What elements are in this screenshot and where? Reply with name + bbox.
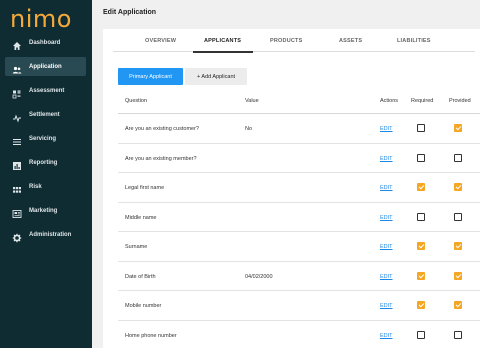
assessment-icon — [12, 86, 22, 98]
table-row: Mobile number EDIT — [118, 291, 480, 321]
question-text: Are you an existing customer? — [125, 126, 199, 132]
question-text: Mobile number — [125, 303, 162, 309]
tab-overview[interactable]: OVERVIEW — [145, 38, 176, 44]
tab-assets[interactable]: ASSETS — [339, 38, 362, 44]
question-text: Middle name — [125, 214, 157, 221]
add-applicant-button[interactable]: + Add Applicant — [185, 68, 247, 85]
sidebar-item-label: Risk — [29, 183, 42, 190]
sidebar-item-label: Settlement — [29, 111, 60, 118]
column-header-actions: Actions — [380, 98, 399, 104]
edit-link[interactable]: EDIT — [380, 333, 393, 339]
required-checkbox[interactable] — [417, 183, 425, 191]
provided-checkbox[interactable] — [454, 330, 462, 339]
people-icon — [12, 62, 22, 73]
value-text: No — [245, 126, 253, 132]
nimo-logo[interactable]: nimo — [10, 5, 72, 33]
column-header-provided: Provided — [449, 98, 471, 104]
sidebar-item-marketing[interactable]: Marketing — [5, 201, 86, 220]
tab-liabilities[interactable]: LIABILITIES — [397, 38, 431, 44]
required-checkbox[interactable] — [417, 124, 425, 132]
provided-checkbox[interactable] — [454, 183, 462, 191]
edit-link[interactable]: EDIT — [380, 185, 393, 191]
sidebar-item-assessment[interactable]: Assessment — [5, 81, 86, 100]
required-checkbox[interactable] — [417, 301, 425, 309]
tab-bar: OVERVIEW APPLICANTS PRODUCTS ASSETS LIAB… — [113, 32, 475, 53]
provided-checkbox[interactable] — [454, 124, 462, 132]
question-text: Home phone number — [125, 332, 177, 339]
sidebar-item-label: Reporting — [29, 159, 58, 166]
table-row: Surname EDIT — [118, 232, 480, 262]
sidebar-item-label: Administration — [29, 231, 72, 238]
value-text: 04/02/2000 — [245, 273, 273, 280]
table-header: Question Value Actions Required Provided — [118, 88, 480, 114]
sidebar-item-dashboard[interactable]: Dashboard — [5, 33, 86, 52]
questions-table: Question Value Actions Required Provided… — [118, 88, 480, 348]
question-text: Date of Birth — [125, 273, 156, 280]
provided-checkbox[interactable] — [454, 153, 462, 162]
sidebar-item-label: Assessment — [29, 87, 65, 94]
page-title: Edit Application — [103, 9, 157, 16]
tab-products[interactable]: PRODUCTS — [270, 38, 302, 44]
table-row: Middle name EDIT — [118, 203, 480, 232]
column-header-required: Required — [411, 98, 434, 104]
column-header-question: Question — [125, 98, 148, 104]
sidebar-item-application[interactable]: Application — [5, 57, 86, 76]
gear-icon — [12, 230, 22, 242]
chart-icon — [12, 158, 22, 170]
edit-link[interactable]: EDIT — [380, 274, 393, 280]
grid-icon — [12, 182, 22, 193]
sidebar-item-label: Application — [29, 63, 62, 70]
sidebar: nimo Dashboard Application Assessment Se… — [0, 0, 92, 348]
sidebar-item-settlement[interactable]: Settlement — [5, 105, 86, 124]
sidebar-item-reporting[interactable]: Reporting — [5, 153, 86, 172]
list-icon — [12, 134, 22, 145]
provided-checkbox[interactable] — [454, 271, 462, 280]
sidebar-item-label: Dashboard — [29, 39, 61, 46]
question-text: Surname — [125, 244, 148, 250]
edit-link[interactable]: EDIT — [380, 303, 393, 309]
table-row: Home phone number EDIT — [118, 321, 480, 348]
edit-link[interactable]: EDIT — [380, 244, 393, 250]
sidebar-item-servicing[interactable]: Servicing — [5, 129, 86, 148]
active-tab-indicator — [193, 51, 253, 53]
sidebar-item-administration[interactable]: Administration — [5, 225, 86, 244]
edit-link[interactable]: EDIT — [380, 156, 393, 162]
tab-applicants[interactable]: APPLICANTS — [204, 38, 241, 44]
sidebar-item-label: Servicing — [29, 135, 57, 142]
required-checkbox[interactable] — [417, 242, 425, 250]
required-checkbox[interactable] — [417, 330, 425, 339]
sidebar-item-label: Marketing — [29, 207, 58, 214]
table-row: Are you an existing member? EDIT — [118, 144, 480, 173]
required-checkbox[interactable] — [417, 212, 425, 221]
table-row: Date of Birth 04/02/2000 EDIT — [118, 262, 480, 291]
required-checkbox[interactable] — [417, 153, 425, 162]
provided-checkbox[interactable] — [454, 242, 462, 250]
settlement-icon — [12, 110, 22, 122]
table-row: Are you an existing customer? No EDIT — [118, 114, 480, 144]
edit-link[interactable]: EDIT — [380, 215, 393, 221]
table-row: Legal first name EDIT — [118, 173, 480, 203]
edit-link[interactable]: EDIT — [380, 126, 393, 132]
home-icon — [12, 38, 22, 50]
question-text: Legal first name — [125, 185, 165, 191]
provided-checkbox[interactable] — [454, 301, 462, 309]
sidebar-item-risk[interactable]: Risk — [5, 177, 86, 196]
provided-checkbox[interactable] — [454, 212, 462, 221]
primary-applicant-button[interactable]: Primary Applicant — [118, 68, 183, 85]
table-body: Are you an existing customer? No EDIT Are y… — [118, 114, 480, 348]
question-text: Are you an existing member? — [125, 155, 197, 162]
required-checkbox[interactable] — [417, 271, 425, 280]
marketing-icon — [12, 206, 22, 218]
column-header-value: Value — [245, 98, 259, 104]
